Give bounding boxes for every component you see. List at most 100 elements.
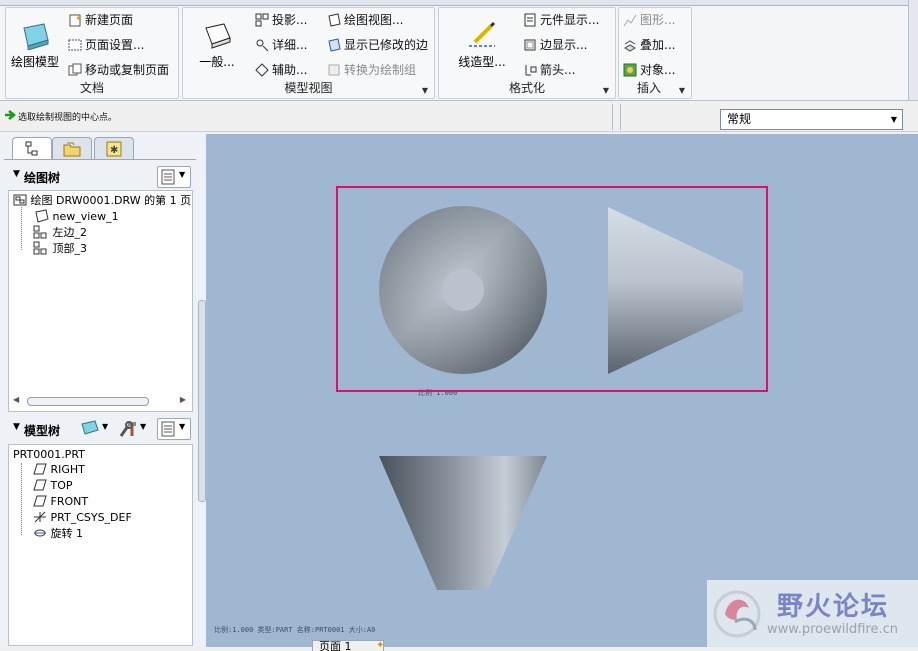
splitter-2 (620, 104, 621, 130)
detailed-button[interactable]: 详细... (255, 35, 307, 55)
panel-splitter[interactable] (198, 300, 206, 502)
forum-watermark: 野火论坛 www.proewildfire.cn (707, 580, 918, 647)
drawing-model-icon (23, 23, 49, 51)
svg-text:✦: ✦ (75, 14, 82, 23)
page-setup-button[interactable]: 页面设置... (68, 35, 144, 55)
drawing-tree-root[interactable]: 绘图 DRW0001.DRW 的第 1 页 (13, 193, 191, 209)
display-style-select[interactable]: 常规 ▼ (720, 109, 903, 130)
tree-tools-button[interactable]: ▼ (116, 418, 152, 438)
tree-item-label: RIGHT (50, 463, 85, 476)
tree-item-datum-plane[interactable]: RIGHT (33, 462, 85, 478)
arrow-button[interactable]: 箭头... (523, 60, 575, 80)
scrollbar-thumb[interactable] (27, 397, 149, 406)
datum-plane-icon (33, 495, 47, 507)
model-display-button[interactable]: ▼ (78, 418, 114, 438)
display-style-value: 常规 (727, 112, 752, 126)
drawing-tree-settings-button[interactable]: ▼ (157, 166, 191, 188)
edge-display-label: 边显示... (540, 38, 588, 52)
scroll-left-icon[interactable]: ◀ (13, 395, 19, 404)
scroll-right-icon[interactable]: ▶ (180, 395, 186, 404)
tree-item-label: 左边_2 (52, 226, 88, 239)
tree-item-datum-plane[interactable]: FRONT (33, 494, 88, 510)
tree-icon (25, 141, 38, 156)
chevron-down-icon: ▼ (102, 422, 109, 431)
model-tree-root[interactable]: PRT0001.PRT (13, 447, 85, 463)
page-tab-label: 页面 1 (319, 640, 352, 651)
component-display-label: 元件显示... (540, 13, 600, 27)
graph-button[interactable]: 图形... (623, 10, 675, 30)
graph-label: 图形... (640, 13, 676, 27)
front-view-cone[interactable] (379, 456, 547, 590)
collapse-triangle-icon[interactable]: ▼ (13, 169, 20, 179)
projection-button[interactable]: 投影... (255, 10, 307, 30)
tree-item-label: 旋转 1 (50, 527, 84, 540)
drawing-tree-title: 绘图树 (24, 171, 61, 185)
tab-model-tree[interactable] (12, 137, 52, 160)
arrow-icon (523, 63, 537, 77)
show-modified-edges-button[interactable]: 显示已修改的边 (327, 35, 428, 55)
convert-to-draft-group-label: 转换为绘制组 (344, 63, 417, 77)
drawing-sheet-icon (13, 194, 27, 206)
arrow-label: 箭头... (540, 63, 576, 77)
chevron-down-icon: ▼ (140, 422, 147, 431)
tree-connector (21, 207, 23, 250)
tab-underline (4, 159, 196, 160)
page-setup-label: 页面设置... (85, 38, 145, 52)
tree-item-view[interactable]: 顶部_3 (33, 241, 87, 257)
show-modified-edges-icon (327, 38, 341, 52)
favorites-icon: ✱ (106, 141, 122, 157)
object-button[interactable]: 对象... (623, 60, 675, 80)
drawing-view-icon (327, 13, 341, 27)
projection-view-icon (33, 225, 47, 239)
object-icon (623, 63, 637, 77)
overlay-button[interactable]: 叠加... (623, 35, 675, 55)
add-page-icon[interactable]: ✦ (376, 640, 384, 651)
general-view-icon (205, 23, 231, 49)
drawing-view-button[interactable]: 绘图视图... (327, 10, 403, 30)
detailed-view-icon (255, 38, 269, 52)
edge-display-button[interactable]: 边显示... (523, 35, 587, 55)
model-tree: PRT0001.PRT RIGHT TOP FRONT PRT_CSYS_DEF… (8, 444, 193, 646)
drawing-tree-root-label: 绘图 DRW0001.DRW 的第 1 页 (30, 194, 192, 207)
model-view-group-dropdown-icon[interactable]: ▼ (422, 86, 428, 95)
insert-group-dropdown-icon[interactable]: ▼ (679, 86, 685, 95)
component-display-button[interactable]: 元件显示... (523, 10, 599, 30)
projection-icon (255, 13, 269, 27)
new-page-button[interactable]: ✦ 新建页面 (68, 10, 133, 30)
convert-to-draft-group-button[interactable]: 转换为绘制组 (327, 60, 416, 80)
tree-item-view[interactable]: new_view_1 (33, 209, 119, 225)
datum-plane-icon (33, 479, 47, 491)
tab-folder-browser[interactable] (52, 137, 92, 160)
drawing-model-button[interactable]: 绘图模型 (9, 20, 61, 70)
model-view-group: 一般... 投影... 详细... 辅助... 绘图视图... 显示已修改的边 … (182, 7, 435, 99)
tree-item-view[interactable]: 左边_2 (33, 225, 87, 241)
tab-favorites[interactable]: ✱ (94, 137, 134, 160)
collapse-triangle-icon[interactable]: ▼ (13, 422, 20, 432)
tree-item-datum-plane[interactable]: TOP (33, 478, 73, 494)
ribbon-tab-strip (0, 0, 918, 6)
model-display-icon (81, 420, 99, 435)
component-display-icon (523, 13, 537, 27)
model-tree-settings-button[interactable]: ▼ (157, 418, 191, 440)
move-copy-page-icon (68, 63, 82, 77)
message-text: 选取绘制视图的中心点。 (18, 113, 118, 123)
show-modified-edges-label: 显示已修改的边 (344, 38, 429, 52)
auxiliary-button[interactable]: 辅助... (255, 60, 307, 80)
tree-item-csys[interactable]: PRT_CSYS_DEF (33, 510, 132, 526)
tree-item-revolve[interactable]: 旋转 1 (33, 526, 83, 542)
tools-icon (119, 421, 136, 437)
splitter-1 (612, 104, 613, 130)
drawing-tree-hscrollbar[interactable]: ◀ ▶ (11, 395, 188, 407)
move-copy-page-button[interactable]: 移动或复制页面 (68, 60, 169, 80)
list-settings-icon (161, 169, 175, 185)
move-copy-page-label: 移动或复制页面 (85, 63, 170, 77)
line-style-button[interactable]: 线造型... (453, 20, 511, 70)
datum-plane-icon (33, 463, 47, 475)
insert-group: 图形... 叠加... 对象... 插入 ▼ (618, 7, 692, 99)
line-style-label: 线造型... (458, 55, 506, 69)
tree-item-label: FRONT (50, 495, 89, 508)
auxiliary-label: 辅助... (272, 63, 308, 77)
general-view-button[interactable]: 一般... (193, 20, 241, 70)
new-page-label: 新建页面 (85, 13, 134, 27)
page-tab[interactable]: 页面 1 (312, 640, 384, 651)
